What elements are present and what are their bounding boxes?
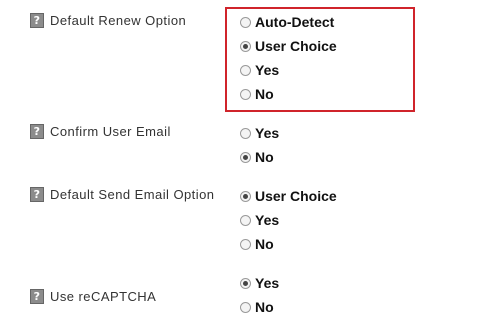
radio-label: Yes — [255, 212, 280, 228]
radio-circle[interactable] — [240, 277, 251, 289]
radio-confirm-email-no[interactable]: No — [240, 148, 274, 166]
help-icon[interactable]: ? — [30, 124, 44, 139]
radio-default-renew-user-choice[interactable]: User Choice — [240, 37, 337, 55]
radio-label: No — [255, 86, 274, 102]
radio-confirm-email-yes[interactable]: Yes — [240, 124, 279, 142]
radio-send-email-yes[interactable]: Yes — [240, 211, 279, 229]
radio-send-email-user-choice[interactable]: User Choice — [240, 187, 337, 205]
help-icon[interactable]: ? — [30, 187, 44, 202]
radio-circle[interactable] — [240, 151, 251, 163]
radio-label: Yes — [255, 275, 280, 291]
radio-default-renew-auto-detect[interactable]: Auto-Detect — [240, 13, 334, 31]
radio-label: Auto-Detect — [255, 14, 335, 30]
radio-default-renew-no[interactable]: No — [240, 85, 274, 103]
help-icon[interactable]: ? — [30, 13, 44, 28]
radio-send-email-no[interactable]: No — [240, 235, 274, 253]
radio-circle[interactable] — [240, 64, 251, 76]
setting-label-text: Default Send Email Option — [50, 187, 215, 202]
radio-circle[interactable] — [240, 88, 251, 100]
radio-circle[interactable] — [240, 214, 251, 226]
help-icon[interactable]: ? — [30, 289, 44, 304]
setting-label-default-renew-option: ? Default Renew Option — [30, 12, 186, 29]
radio-circle[interactable] — [240, 40, 251, 52]
radio-label: No — [255, 299, 274, 315]
radio-label: User Choice — [255, 188, 337, 204]
setting-label-confirm-user-email: ? Confirm User Email — [30, 123, 171, 140]
radio-label: User Choice — [255, 38, 337, 54]
setting-label-text: Default Renew Option — [50, 13, 187, 28]
radio-label: No — [255, 149, 274, 165]
setting-label-text: Use reCAPTCHA — [50, 289, 157, 304]
radio-label: No — [255, 236, 274, 252]
radio-default-renew-yes[interactable]: Yes — [240, 61, 279, 79]
radio-recaptcha-yes[interactable]: Yes — [240, 274, 279, 292]
radio-label: Yes — [255, 62, 280, 78]
radio-recaptcha-no[interactable]: No — [240, 298, 274, 316]
radio-circle[interactable] — [240, 238, 251, 250]
setting-label-use-recaptcha: ? Use reCAPTCHA — [30, 288, 156, 305]
radio-circle[interactable] — [240, 16, 251, 28]
setting-label-text: Confirm User Email — [50, 124, 171, 139]
setting-label-default-send-email-option: ? Default Send Email Option — [30, 186, 214, 203]
radio-circle[interactable] — [240, 301, 251, 313]
radio-circle[interactable] — [240, 127, 251, 139]
radio-circle[interactable] — [240, 190, 251, 202]
radio-label: Yes — [255, 125, 280, 141]
